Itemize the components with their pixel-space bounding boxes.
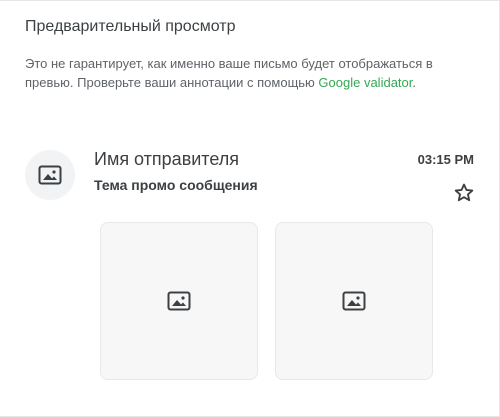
sender-name: Имя отправителя bbox=[94, 149, 240, 169]
sender-avatar bbox=[25, 150, 75, 200]
image-icon bbox=[38, 165, 62, 185]
image-icon bbox=[167, 291, 191, 311]
preview-description: Это не гарантирует, как именно ваше пись… bbox=[25, 54, 445, 92]
promo-image-1[interactable] bbox=[100, 222, 258, 380]
google-validator-link[interactable]: Google validator bbox=[318, 75, 412, 90]
email-time: 03:15 PM bbox=[417, 152, 474, 167]
promo-image-2[interactable] bbox=[275, 222, 433, 380]
star-icon[interactable] bbox=[453, 182, 475, 204]
image-icon bbox=[342, 291, 366, 311]
preview-title: Предварительный просмотр bbox=[25, 18, 236, 35]
preview-description-end: . bbox=[412, 75, 416, 90]
promo-preview-panel: Предварительный просмотр Это не гарантир… bbox=[0, 0, 500, 417]
email-subject: Тема промо сообщения bbox=[94, 177, 258, 193]
